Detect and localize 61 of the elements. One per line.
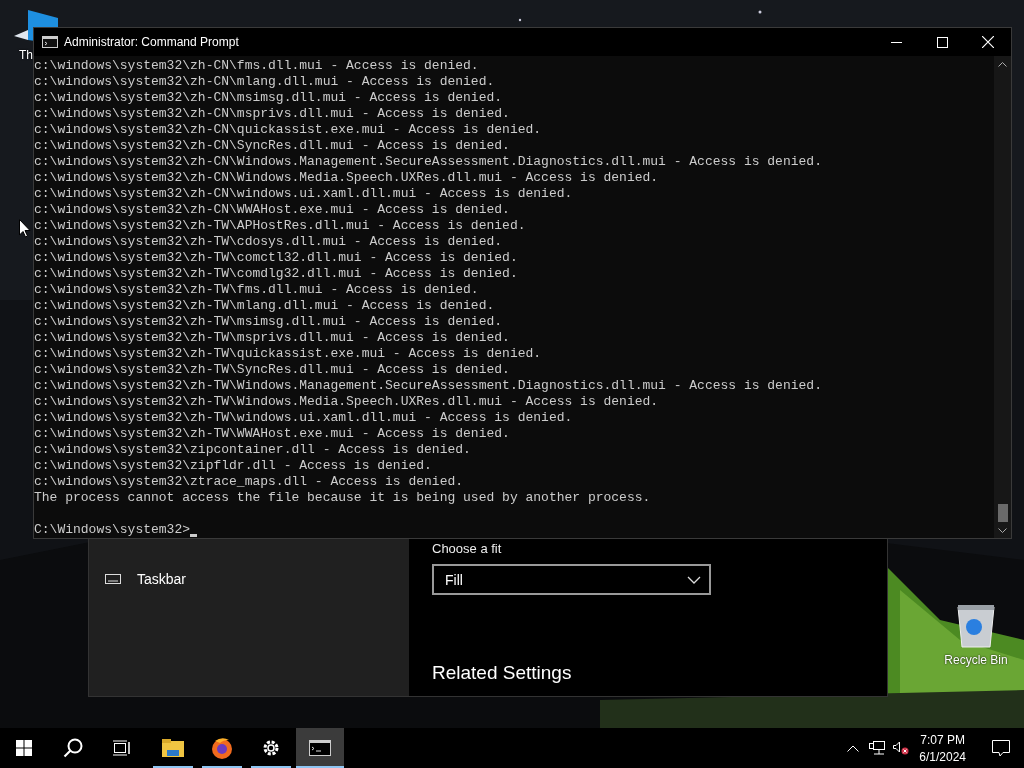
task-view-icon	[113, 740, 131, 756]
clock[interactable]: 7:07 PM 6/1/2024	[913, 728, 972, 768]
recycle-bin-icon[interactable]	[956, 603, 996, 649]
folder-icon	[162, 739, 184, 757]
console-line: c:\windows\system32\ztrace_maps.dll - Access is denied.	[34, 474, 465, 490]
console-line: c:\windows\system32\zh-TW\msimsg.dll.mui - Access is denied.	[34, 314, 504, 330]
console-icon	[309, 740, 331, 756]
console-line: c:\windows\system32\zh-CN\Windows.Management.SecureAssessment.Diagnostics.dll.mui - Access is denied.	[34, 154, 823, 170]
window-title: Administrator: Command Prompt	[64, 35, 240, 49]
console-line: c:\windows\system32\zh-CN\fms.dll.mui - Access is denied.	[34, 58, 480, 74]
console-line: c:\windows\system32\zh-TW\windows.ui.xaml.dll.mui - Access is denied.	[34, 410, 574, 426]
section-heading: Related Settings	[432, 662, 572, 684]
console-line: c:\windows\system32\zh-TW\comdlg32.dll.mui - Access is denied.	[34, 266, 519, 282]
scroll-down-icon[interactable]	[998, 528, 1007, 533]
notification-icon	[992, 739, 1010, 757]
console-line: c:\windows\system32\zh-TW\mlang.dll.mui - Access is denied.	[34, 298, 496, 314]
console-line: c:\windows\system32\zh-CN\Windows.Media.Speech.UXRes.dll.mui - Access is denied.	[34, 170, 660, 186]
console-line: c:\windows\system32\zh-CN\msimsg.dll.mui - Access is denied.	[34, 90, 504, 106]
console-line: c:\windows\system32\zh-TW\msprivs.dll.mui - Access is denied.	[34, 330, 511, 346]
command-prompt: C:\Windows\system32>	[34, 522, 191, 538]
console-line: c:\windows\system32\zh-TW\Windows.Management.SecureAssessment.Diagnostics.dll.mui - Access is denied.	[34, 378, 823, 394]
mouse-cursor-icon	[19, 219, 31, 238]
desktop-icon-label[interactable]: Th	[19, 48, 33, 62]
minimize-icon	[890, 41, 902, 43]
console-line: c:\windows\system32\zh-TW\WWAHost.exe.mui - Access is denied.	[34, 426, 511, 442]
fit-dropdown[interactable]: Fill	[432, 564, 711, 595]
browser-icon	[211, 737, 233, 759]
chevron-up-icon	[847, 744, 860, 752]
maximize-icon	[936, 36, 948, 48]
close-icon	[982, 36, 994, 48]
console-line: c:\windows\system32\zipcontainer.dll - Access is denied.	[34, 442, 472, 458]
windows-logo-icon	[16, 740, 32, 756]
console-line: c:\windows\system32\zh-TW\comctl32.dll.mui - Access is denied.	[34, 250, 519, 266]
console-line: c:\windows\system32\zh-CN\windows.ui.xaml.dll.mui - Access is denied.	[34, 186, 574, 202]
taskbar-button[interactable]	[296, 728, 344, 768]
scroll-up-icon[interactable]	[998, 62, 1007, 67]
keyboard-icon	[105, 574, 121, 584]
field-label: Choose a fit	[432, 541, 502, 556]
console-line: c:\windows\system32\zh-TW\Windows.Media.Speech.UXRes.dll.mui - Access is denied.	[34, 394, 660, 410]
text-cursor	[190, 534, 198, 537]
scroll-thumb[interactable]	[997, 504, 1008, 522]
speaker-muted-icon	[893, 741, 910, 755]
console-line: c:\windows\system32\zh-TW\APHostRes.dll.mui - Access is denied.	[34, 218, 527, 234]
console-line: c:\windows\system32\zipfldr.dll - Access is denied.	[34, 458, 433, 474]
console-line: c:\windows\system32\zh-TW\fms.dll.mui - Access is denied.	[34, 282, 480, 298]
scrollbar[interactable]	[994, 56, 1011, 538]
console-icon	[42, 36, 58, 48]
search-icon	[63, 738, 83, 758]
sidebar-item[interactable]: Taskbar	[89, 569, 409, 589]
console-line: c:\windows\system32\zh-CN\mlang.dll.mui - Access is denied.	[34, 74, 496, 90]
console-line: c:\windows\system32\zh-CN\msprivs.dll.mui - Access is denied.	[34, 106, 511, 122]
console-line: c:\windows\system32\zh-CN\SyncRes.dll.mui - Access is denied.	[34, 138, 511, 154]
settings-icon	[262, 739, 280, 757]
console-line: c:\windows\system32\zh-CN\WWAHost.exe.mui - Access is denied.	[34, 202, 511, 218]
console-line: The process cannot access the file because it is being used by another process.	[34, 490, 652, 506]
network-icon	[869, 741, 886, 755]
console-line: c:\windows\system32\zh-TW\SyncRes.dll.mui - Access is denied.	[34, 362, 511, 378]
console-line: c:\windows\system32\zh-TW\quickassist.exe.mui - Access is denied.	[34, 346, 543, 362]
console-line: c:\windows\system32\zh-CN\quickassist.exe.mui - Access is denied.	[34, 122, 543, 138]
console-line: c:\windows\system32\zh-TW\cdosys.dll.mui - Access is denied.	[34, 234, 504, 250]
chevron-down-icon	[687, 575, 701, 584]
